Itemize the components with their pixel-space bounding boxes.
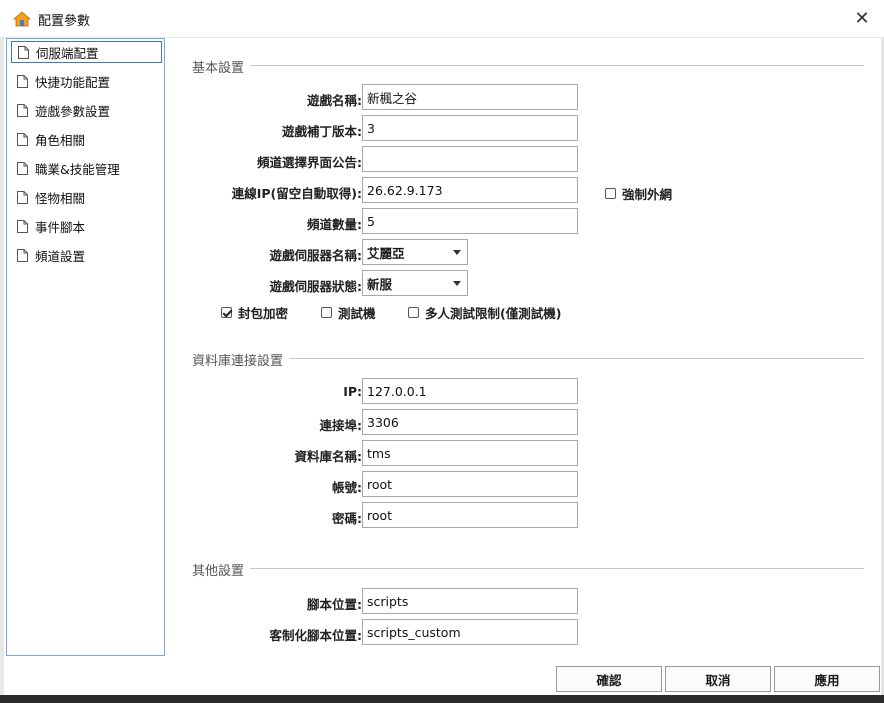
patch-version-input[interactable] [362,115,578,141]
sidebar-item-label: 事件腳本 [35,219,86,235]
apply-button[interactable]: 應用 [774,666,880,692]
sidebar-item-label: 角色相關 [35,132,86,148]
section-divider [192,358,864,359]
db-account-label: 帳號: [332,480,362,495]
section-title-basic: 基本設置 [192,57,251,76]
checkbox-box[interactable] [321,307,332,318]
close-button[interactable]: ✕ [848,6,876,32]
sidebar-item-character[interactable]: 角色相關 [11,128,162,150]
file-icon [17,132,28,146]
force-external-checkbox[interactable]: 強制外網 [605,184,672,203]
multi-test-label: 多人測試限制(僅測試機) [425,306,562,321]
db-name-label: 資料庫名稱: [294,449,363,464]
server-status-select[interactable]: 新服 [362,270,468,296]
dialog-button-bar: 確認 取消 應用 [556,666,880,692]
checkbox-box[interactable] [605,188,616,199]
file-icon [17,219,28,233]
section-divider [192,568,864,569]
server-name-select[interactable]: 艾麗亞 [362,239,468,265]
test-server-checkbox[interactable]: 測試機 [321,303,376,322]
multi-test-checkbox[interactable]: 多人測試限制(僅測試機) [408,303,561,322]
file-icon [17,190,28,204]
section-title-other: 其他設置 [192,560,251,579]
force-external-label: 強制外網 [622,187,673,202]
cancel-button[interactable]: 取消 [665,666,771,692]
file-icon [17,103,28,117]
db-ip-label: IP: [343,384,362,399]
sidebar-item-server-config[interactable]: 伺服端配置 [11,41,162,63]
sidebar-item-label: 遊戲參數設置 [35,103,111,119]
sidebar-item-monster[interactable]: 怪物相關 [11,186,162,208]
home-gear-icon [13,11,31,27]
channel-notice-input[interactable] [362,146,578,172]
channel-count-label: 頻道數量: [307,217,362,232]
confirm-button[interactable]: 確認 [556,666,662,692]
connect-ip-input[interactable] [362,177,578,203]
db-port-label: 連接埠: [319,418,363,433]
section-divider [192,65,864,66]
taskbar-edge [0,695,884,703]
db-port-input[interactable] [362,409,578,435]
db-password-input[interactable] [362,502,578,528]
channel-count-input[interactable] [362,208,578,234]
db-account-input[interactable] [362,471,578,497]
custom-script-path-label: 客制化腳本位置: [269,628,363,643]
sidebar-item-label: 伺服端配置 [36,45,99,61]
sidebar-item-game-params[interactable]: 遊戲參數設置 [11,99,162,121]
patch-version-label: 遊戲補丁版本: [282,124,362,139]
sidebar-item-event-script[interactable]: 事件腳本 [11,215,162,237]
chevron-down-icon [453,250,461,255]
game-name-input[interactable] [362,84,578,110]
window-left-edge [0,37,4,703]
sidebar-item-label: 頻道設置 [35,248,86,264]
file-icon [17,248,28,262]
db-ip-input[interactable] [362,378,578,404]
server-name-value: 艾麗亞 [367,245,405,261]
file-icon [17,74,28,88]
connect-ip-label: 連線IP(留空自動取得): [231,186,362,201]
packet-encrypt-checkbox[interactable]: 封包加密 [221,303,288,322]
sidebar-item-channel[interactable]: 頻道設置 [11,244,162,266]
packet-encrypt-label: 封包加密 [238,306,289,321]
settings-panel: 基本設置 遊戲名稱: 遊戲補丁版本: 頻道選擇界面公告: 連線IP(留空自動取得… [172,38,880,660]
file-icon [17,161,28,175]
test-server-label: 測試機 [338,306,376,321]
custom-script-path-input[interactable] [362,619,578,645]
server-status-value: 新服 [367,276,393,292]
close-icon: ✕ [854,8,870,29]
checkbox-box[interactable] [221,307,232,318]
sidebar-item-shortcut-config[interactable]: 快捷功能配置 [11,70,162,92]
window-title: 配置參數 [38,14,91,29]
db-password-label: 密碼: [332,511,362,526]
server-name-label: 遊戲伺服器名稱: [269,248,363,263]
chevron-down-icon [453,281,461,286]
sidebar-item-label: 快捷功能配置 [35,74,111,90]
script-path-label: 腳本位置: [307,597,362,612]
sidebar-item-label: 怪物相關 [35,190,86,206]
sidebar-item-job-skill[interactable]: 職業&技能管理 [11,157,162,179]
file-icon [18,45,29,59]
sidebar-item-label: 職業&技能管理 [35,161,120,177]
section-title-database: 資料庫連接設置 [192,350,290,369]
script-path-input[interactable] [362,588,578,614]
checkbox-box[interactable] [408,307,419,318]
db-name-input[interactable] [362,440,578,466]
server-status-label: 遊戲伺服器狀態: [269,279,363,294]
title-bar: 配置參數 ✕ [0,0,884,38]
sidebar-tree: 伺服端配置 快捷功能配置 遊戲參數設置 角色相關 職業&技能管理 怪物相關 事件… [6,38,165,656]
game-name-label: 遊戲名稱: [307,93,362,108]
channel-notice-label: 頻道選擇界面公告: [257,155,362,170]
